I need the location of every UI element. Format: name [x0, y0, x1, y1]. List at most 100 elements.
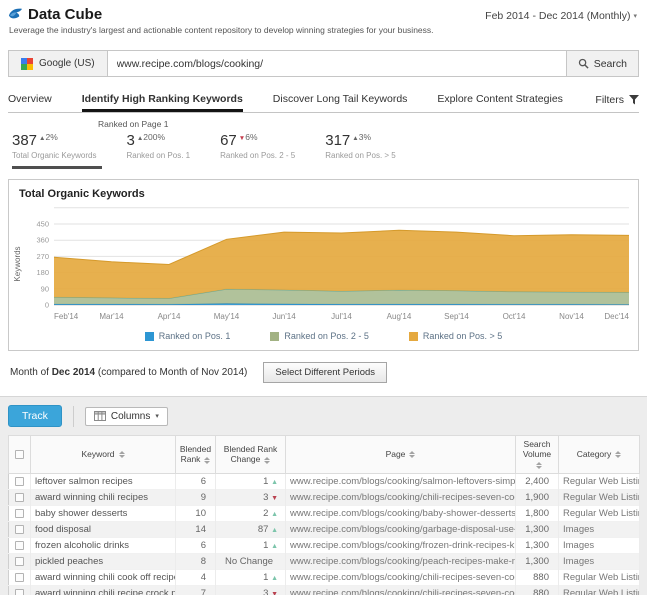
stat-up-arrow-icon: ▲ [39, 135, 46, 142]
change-value: 3 [263, 491, 272, 503]
stat-value: 317 [325, 132, 351, 149]
category-cell: Regular Web Listing [558, 569, 640, 586]
row-checkbox[interactable] [15, 508, 24, 518]
column-header-label: Keyword [81, 449, 115, 460]
svg-text:90: 90 [41, 284, 49, 293]
page-cell[interactable]: www.recipe.com/blogs/cooking/chili-recip… [285, 569, 516, 586]
select-periods-button[interactable]: Select Different Periods [263, 362, 388, 383]
tab-explore-content-strategies[interactable]: Explore Content Strategies [437, 88, 563, 112]
search-button[interactable]: Search [565, 51, 638, 76]
row-checkbox-cell [8, 473, 31, 490]
rank-up-icon: ▲ [271, 510, 278, 518]
stat-change: ▼6% [238, 132, 258, 142]
category-cell: Regular Web Listing [558, 489, 640, 506]
row-checkbox[interactable] [15, 492, 24, 502]
stat-change: ▲3% [352, 132, 372, 142]
page-cell[interactable]: www.recipe.com/blogs/cooking/garbage-dis… [285, 521, 516, 538]
keyword-cell: baby shower desserts [30, 505, 176, 522]
sort-icon [409, 451, 416, 459]
stat-label: Ranked on Pos. > 5 [325, 151, 396, 160]
row-checkbox[interactable] [15, 540, 24, 550]
blended-rank-change-cell: 1 ▲ [215, 473, 286, 490]
stats-row: 387 ▲2% Total Organic Keywords 3 ▲200% Ranked… [12, 132, 647, 169]
stat-ranked-on-pos-5[interactable]: 317 ▲3% Ranked on Pos. > 5 [325, 132, 402, 169]
row-checkbox[interactable] [15, 572, 24, 582]
blended-rank-change-cell: No Change [215, 553, 286, 570]
blended-rank-change-cell: 2 ▲ [215, 505, 286, 522]
row-checkbox[interactable] [15, 556, 24, 566]
table-row: leftover salmon recipes 6 1 ▲ www.recipe.co… [8, 473, 640, 490]
svg-text:Sep'14: Sep'14 [444, 312, 469, 321]
legend-item-ranked-on-pos-1[interactable]: Ranked on Pos. 1 [144, 331, 231, 341]
page-title-text: Data Cube [28, 6, 103, 23]
stats-section: Ranked on Page 1 387 ▲2% Total Organic Key… [12, 116, 647, 169]
stat-label: Ranked on Pos. 1 [126, 151, 191, 160]
column-header-category[interactable]: Category [558, 435, 640, 474]
sort-icon [204, 456, 211, 464]
svg-text:Keywords: Keywords [13, 246, 22, 281]
stat-top: 67 ▼6% [220, 132, 295, 150]
table-body: leftover salmon recipes 6 1 ▲ www.recipe.co… [8, 473, 640, 595]
row-checkbox-cell [8, 569, 31, 586]
column-header-keyword[interactable]: Keyword [30, 435, 176, 474]
stat-top: 3 ▲200% [126, 132, 190, 150]
legend-item-ranked-on-pos-5[interactable]: Ranked on Pos. > 5 [408, 331, 502, 341]
blended-rank-cell: 6 [175, 537, 216, 554]
column-header-blended-rank-change[interactable]: Blended Rank Change [215, 435, 286, 474]
category-cell: Regular Web Listing [558, 585, 640, 595]
track-button[interactable]: Track [8, 405, 62, 427]
table-row: frozen alcoholic drinks 6 1 ▲ www.recipe.co… [8, 537, 640, 554]
change-value: 1 [263, 539, 272, 551]
column-header-blended-rank[interactable]: Blended Rank [175, 435, 216, 474]
sort-icon [615, 451, 622, 459]
page-title: Data Cube [8, 6, 102, 23]
change-value: No Change [224, 555, 274, 567]
search-bar: Google (US) Search [8, 50, 639, 77]
stat-top: 387 ▲2% [12, 132, 96, 150]
stat-total-organic-keywords[interactable]: 387 ▲2% Total Organic Keywords [12, 132, 103, 169]
chart-title: Total Organic Keywords [19, 188, 145, 200]
blended-rank-cell: 9 [175, 489, 216, 506]
stat-down-arrow-icon: ▼ [238, 135, 246, 142]
stat-ranked-on-pos-2-5[interactable]: 67 ▼6% Ranked on Pos. 2 - 5 [220, 132, 301, 169]
page-cell[interactable]: www.recipe.com/blogs/cooking/frozen-drin… [285, 537, 516, 554]
tab-identify-high-ranking-keywords[interactable]: Identify High Ranking Keywords [81, 88, 243, 112]
stat-label: Ranked on Pos. 2 - 5 [220, 151, 296, 160]
tab-discover-long-tail-keywords[interactable]: Discover Long Tail Keywords [273, 88, 408, 112]
page-cell[interactable]: www.recipe.com/blogs/cooking/peach-recip… [285, 553, 516, 570]
select-all-checkbox[interactable] [15, 450, 24, 460]
tab-overview[interactable]: Overview [8, 88, 52, 112]
page-cell[interactable]: www.recipe.com/blogs/cooking/salmon-left… [285, 473, 516, 490]
row-checkbox-cell [8, 505, 31, 522]
sort-icon [264, 456, 271, 464]
date-range-selector[interactable]: Feb 2014 - Dec 2014 (Monthly) ▾ [485, 6, 637, 22]
row-checkbox-cell [8, 521, 31, 538]
page-cell[interactable]: www.recipe.com/blogs/cooking/baby-shower… [285, 505, 516, 522]
search-volume-cell: 1,300 [515, 553, 559, 570]
page-cell[interactable]: www.recipe.com/blogs/cooking/chili-recip… [285, 489, 516, 506]
search-volume-cell: 880 [515, 569, 559, 586]
columns-dropdown[interactable]: Columns ▾ [84, 406, 168, 426]
column-header-page[interactable]: Page [285, 435, 516, 474]
stat-ranked-on-pos-1[interactable]: 3 ▲200% Ranked on Pos. 1 [126, 132, 196, 169]
legend-label: Ranked on Pos. 1 [158, 331, 231, 341]
search-engine-select[interactable]: Google (US) [9, 51, 108, 76]
column-header-search-volume[interactable]: Search Volume [515, 435, 559, 474]
row-checkbox[interactable] [15, 588, 24, 595]
column-header-label: Search Volume [522, 439, 552, 460]
filters-button[interactable]: Filters [595, 94, 639, 112]
period-comparison: (compared to Month of Nov 2014) [97, 367, 248, 378]
row-checkbox[interactable] [15, 524, 24, 534]
period-text: Month of Dec 2014 (compared to Month of … [10, 367, 247, 378]
legend-swatch-icon [270, 331, 280, 341]
svg-text:Aug'14: Aug'14 [387, 312, 412, 321]
blended-rank-cell: 10 [175, 505, 216, 522]
toolbar-divider [72, 405, 74, 427]
search-volume-cell: 2,400 [515, 473, 559, 490]
row-checkbox[interactable] [15, 476, 24, 486]
legend-item-ranked-on-pos-2-5[interactable]: Ranked on Pos. 2 - 5 [270, 331, 369, 341]
url-input[interactable] [107, 51, 566, 76]
page-cell[interactable]: www.recipe.com/blogs/cooking/chili-recip… [285, 585, 516, 595]
change-value: 1 [263, 475, 272, 487]
keyword-cell: leftover salmon recipes [30, 473, 176, 490]
